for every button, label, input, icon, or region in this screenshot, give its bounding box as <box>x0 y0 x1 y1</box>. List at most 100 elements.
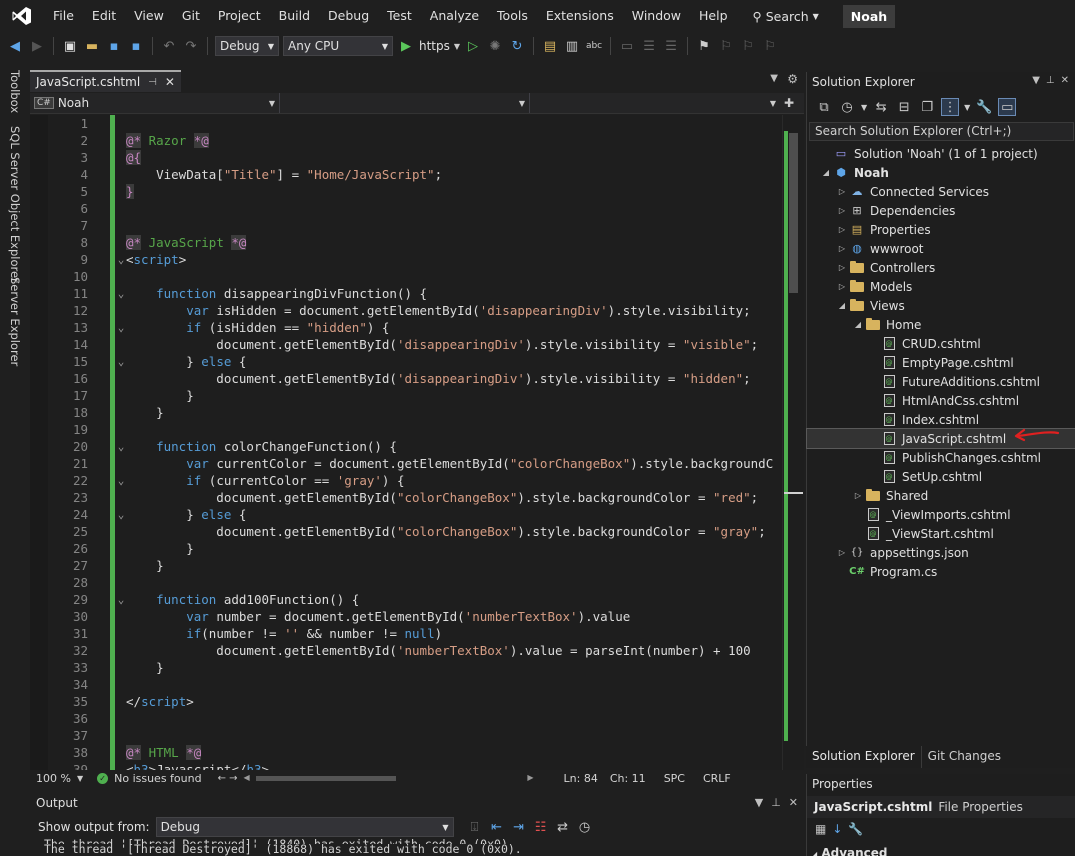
split-icon[interactable]: ✚ <box>780 93 794 113</box>
code-line[interactable]: 6 <box>30 200 804 217</box>
code-line[interactable]: 19 <box>30 421 804 438</box>
clear-all-icon[interactable]: ☷ <box>532 818 550 836</box>
start-debugging-icon[interactable]: ▶ <box>397 37 415 55</box>
code-line[interactable]: 32 document.getElementById('numberTextBo… <box>30 642 804 659</box>
code-line[interactable]: 2 @* Razor *@ <box>30 132 804 149</box>
pin-icon[interactable]: ⊣ <box>148 77 157 88</box>
menu-analyze[interactable]: Analyze <box>421 0 488 32</box>
new-project-icon[interactable]: ▣ <box>61 37 79 55</box>
layout-icon[interactable]: ▥ <box>563 37 581 55</box>
output-text[interactable]: The thread '[Thread Destroyed]' (1840) h… <box>44 839 522 855</box>
line-number[interactable]: Ln: 84 <box>558 772 604 785</box>
tree-item[interactable]: ▷ Controllers <box>807 258 1075 277</box>
alphabetical-icon[interactable]: ↓ <box>832 822 842 836</box>
menu-edit[interactable]: Edit <box>83 0 125 32</box>
sync-icon[interactable]: ⇆ <box>872 98 890 116</box>
next-bookmark-icon[interactable]: ⚐ <box>739 37 757 55</box>
tree-item[interactable]: @ SetUp.cshtml <box>807 467 1075 486</box>
clock-icon[interactable]: ◷ <box>576 818 594 836</box>
switch-views-icon[interactable]: ⧉ <box>815 98 833 116</box>
tree-item[interactable]: @ HtmlAndCss.cshtml <box>807 391 1075 410</box>
expanded-icon[interactable]: ◢ <box>835 301 849 310</box>
issues-status[interactable]: No issues found <box>108 772 207 785</box>
tree-item[interactable]: ▷ ◍ wwwroot <box>807 239 1075 258</box>
toolbox-tab[interactable]: Toolbox <box>8 70 22 113</box>
menu-extensions[interactable]: Extensions <box>537 0 623 32</box>
tree-item[interactable]: ◢ ⬢ Noah <box>807 163 1075 182</box>
tree-item[interactable]: @ FutureAdditions.cshtml <box>807 372 1075 391</box>
project-dropdown[interactable]: C# Noah ▼ <box>30 93 280 113</box>
redo-icon[interactable]: ↷ <box>182 37 200 55</box>
code-line[interactable]: 5} <box>30 183 804 200</box>
chevron-down-icon[interactable]: ▼ <box>964 103 970 112</box>
chevron-down-icon[interactable]: ▼ <box>770 73 778 84</box>
spacing-mode[interactable]: SPC <box>658 772 691 785</box>
find-message-icon[interactable]: ⍗ <box>466 818 484 836</box>
solution-explorer-search-input[interactable]: Search Solution Explorer (Ctrl+;) <box>809 122 1074 141</box>
chevron-down-icon[interactable]: ▼ <box>454 42 460 51</box>
scroll-right-icon[interactable]: ▶ <box>527 773 533 782</box>
close-icon[interactable]: ✕ <box>789 796 798 809</box>
collapse-all-icon[interactable]: ⊟ <box>895 98 913 116</box>
hot-reload-icon[interactable]: ✺ <box>486 37 504 55</box>
back-icon[interactable]: ◀ <box>6 37 24 55</box>
sql-server-object-explorer-tab[interactable]: SQL Server Object Explorer <box>8 126 22 283</box>
forward-icon[interactable]: ▶ <box>28 37 46 55</box>
collapsed-icon[interactable]: ▷ <box>835 548 849 557</box>
spell-check-icon[interactable]: abc <box>585 37 603 55</box>
code-line[interactable]: 38 @* HTML *@ <box>30 744 804 761</box>
run-target-label[interactable]: https <box>419 39 450 53</box>
tree-item[interactable]: ▷ Shared <box>807 486 1075 505</box>
code-line[interactable]: 30 var number = document.getElementById(… <box>30 608 804 625</box>
previous-message-icon[interactable]: ⇤ <box>488 818 506 836</box>
open-folder-icon[interactable]: ▬ <box>83 37 101 55</box>
code-line[interactable]: 7 <box>30 217 804 234</box>
align-icon[interactable]: ▭ <box>618 37 636 55</box>
code-line[interactable]: 39 <h3>Javascript</h3> <box>30 761 804 770</box>
tree-item[interactable]: ▷ ☁ Connected Services <box>807 182 1075 201</box>
undo-icon[interactable]: ↶ <box>160 37 178 55</box>
chevron-down-icon[interactable]: ▼ <box>77 774 83 783</box>
pin-icon[interactable]: ⊥ <box>1046 75 1055 86</box>
member-dropdown[interactable]: ▼ <box>530 93 780 113</box>
code-line[interactable]: 33 } <box>30 659 804 676</box>
code-line[interactable]: 13 ⌄ if (isHidden == "hidden") { <box>30 319 804 336</box>
column-number[interactable]: Ch: 11 <box>604 772 652 785</box>
code-line[interactable]: 18 } <box>30 404 804 421</box>
collapsed-icon[interactable]: ▷ <box>835 263 849 272</box>
collapsed-icon[interactable]: ▷ <box>835 187 849 196</box>
code-line[interactable]: 25 document.getElementById("colorChangeB… <box>30 523 804 540</box>
pending-changes-filter-icon[interactable]: ◷ <box>838 98 856 116</box>
indent-icon[interactable]: ☰ <box>640 37 658 55</box>
collapsed-icon[interactable]: ▷ <box>835 206 849 215</box>
menu-project[interactable]: Project <box>209 0 270 32</box>
code-line[interactable]: 28 <box>30 574 804 591</box>
expanded-icon[interactable]: ◢ <box>851 320 865 329</box>
menu-git[interactable]: Git <box>173 0 209 32</box>
code-line[interactable]: 21 var currentColor = document.getElemen… <box>30 455 804 472</box>
navigate-issues-icon[interactable]: ← → <box>218 773 238 784</box>
bookmark-icon[interactable]: ⚑ <box>695 37 713 55</box>
code-line[interactable]: 1 <box>30 115 804 132</box>
categorized-icon[interactable]: ▦ <box>815 822 826 836</box>
code-line[interactable]: 29 ⌄ function add100Function() { <box>30 591 804 608</box>
save-icon[interactable]: ▪ <box>105 37 123 55</box>
code-line[interactable]: 37 <box>30 727 804 744</box>
close-icon[interactable]: ✕ <box>1061 75 1069 86</box>
code-line[interactable]: 27 } <box>30 557 804 574</box>
code-line[interactable]: 16 document.getElementById('disappearing… <box>30 370 804 387</box>
code-line[interactable]: 9 ⌄ <script> <box>30 251 804 268</box>
collapsed-icon[interactable]: ▷ <box>835 244 849 253</box>
expanded-icon[interactable]: ◢ <box>819 168 833 177</box>
tree-item[interactable]: ◢ Views <box>807 296 1075 315</box>
code-line[interactable]: 10 <box>30 268 804 285</box>
configuration-dropdown[interactable]: Debug ▼ <box>215 36 279 56</box>
close-icon[interactable]: ✕ <box>165 75 175 89</box>
type-dropdown[interactable]: ▼ <box>280 93 530 113</box>
menu-window[interactable]: Window <box>623 0 690 32</box>
output-source-dropdown[interactable]: Debug ▼ <box>155 817 454 837</box>
next-message-icon[interactable]: ⇥ <box>510 818 528 836</box>
chevron-down-icon[interactable]: ▼ <box>1032 75 1040 86</box>
collapsed-icon[interactable]: ▷ <box>851 491 865 500</box>
horizontal-scrollbar-thumb[interactable] <box>255 776 396 781</box>
